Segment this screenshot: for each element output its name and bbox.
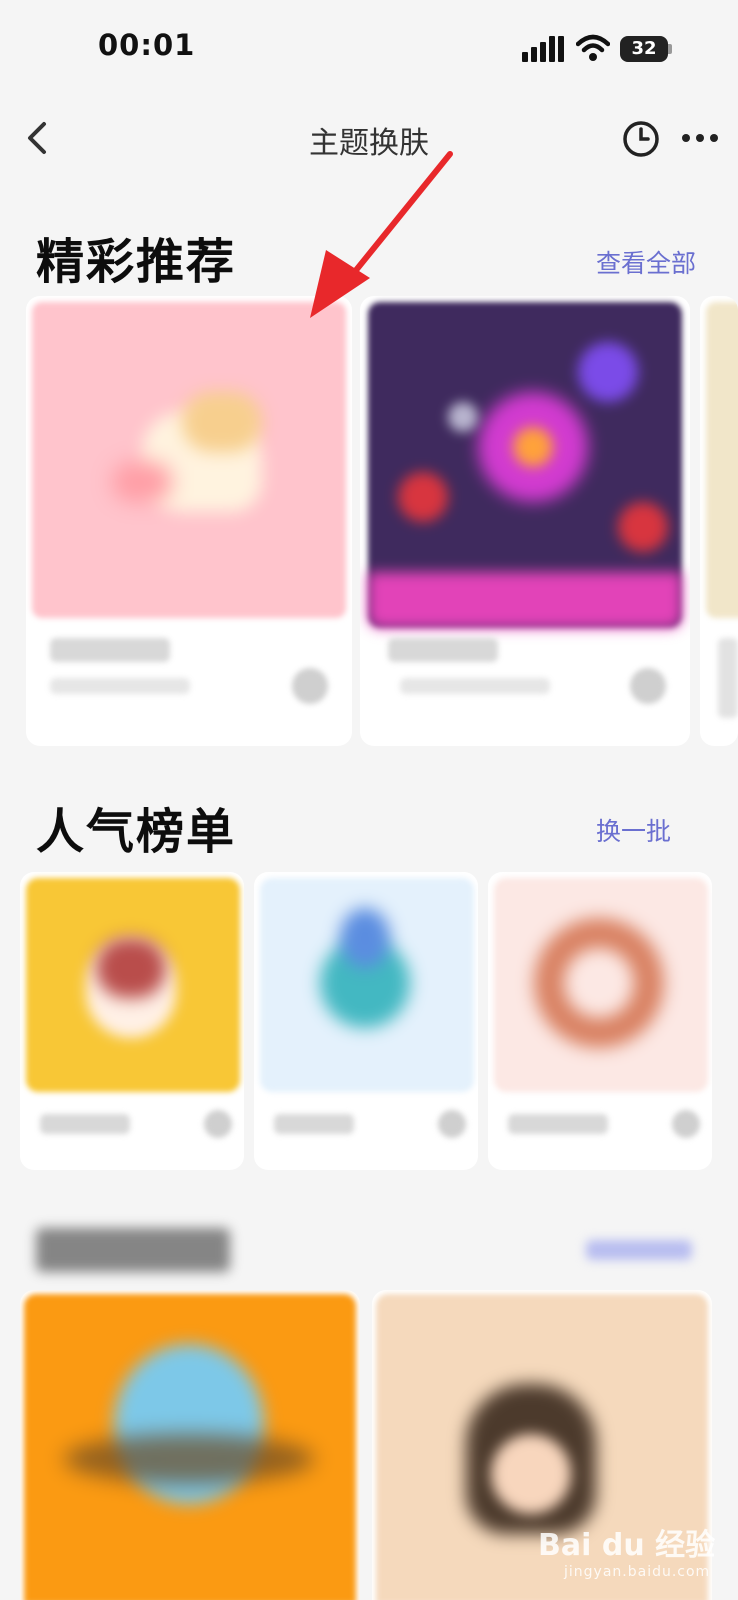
popular-theme-card-2[interactable] bbox=[254, 872, 478, 1170]
red-arrow-annotation bbox=[310, 151, 453, 318]
theme-name-placeholder bbox=[508, 1114, 608, 1134]
theme-thumbnail bbox=[26, 878, 240, 1092]
theme-name-placeholder bbox=[40, 1114, 130, 1134]
wifi-icon bbox=[576, 34, 610, 61]
theme-thumbnail bbox=[368, 302, 682, 628]
featured-theme-card-3[interactable] bbox=[700, 296, 738, 746]
featured-theme-card-2[interactable] bbox=[360, 296, 690, 746]
download-icon[interactable] bbox=[630, 668, 666, 704]
popular-theme-card-3[interactable] bbox=[488, 872, 712, 1170]
download-icon[interactable] bbox=[292, 668, 328, 704]
theme-thumbnail bbox=[32, 302, 346, 618]
third-section-link-blurred[interactable] bbox=[586, 1240, 692, 1260]
theme-name-placeholder bbox=[388, 638, 498, 662]
back-arrow-icon[interactable] bbox=[22, 118, 52, 158]
theme-name-placeholder bbox=[274, 1114, 354, 1134]
view-all-link[interactable]: 查看全部 bbox=[596, 244, 696, 280]
download-icon[interactable] bbox=[672, 1110, 700, 1138]
battery-indicator: 32 bbox=[620, 36, 668, 62]
third-section-title-blurred bbox=[36, 1228, 230, 1272]
status-time: 00:01 bbox=[98, 28, 196, 62]
theme-thumbnail bbox=[706, 302, 738, 618]
refresh-batch-link[interactable]: 换一批 bbox=[596, 812, 671, 848]
battery-tip bbox=[668, 44, 672, 54]
theme-name-placeholder bbox=[50, 638, 170, 662]
theme-name-placeholder bbox=[718, 638, 738, 718]
baidu-jingyan-watermark: Bai du 经验 jingyan.baidu.com bbox=[538, 1520, 718, 1590]
theme-thumbnail bbox=[24, 1294, 356, 1600]
featured-section-title: 精彩推荐 bbox=[36, 234, 237, 290]
download-icon[interactable] bbox=[438, 1110, 466, 1138]
theme-thumbnail bbox=[260, 878, 474, 1092]
popular-section-title: 人气榜单 bbox=[36, 804, 237, 860]
popular-theme-card-1[interactable] bbox=[20, 872, 244, 1170]
theme-info-placeholder bbox=[400, 678, 550, 694]
more-dots-icon[interactable] bbox=[680, 128, 720, 148]
cellular-signal-icon bbox=[522, 36, 564, 62]
watermark-brand: Bai du 经验 bbox=[538, 1528, 716, 1563]
clock-icon[interactable] bbox=[622, 120, 660, 158]
theme-info-placeholder bbox=[50, 678, 190, 694]
download-icon[interactable] bbox=[204, 1110, 232, 1138]
theme-thumbnail bbox=[494, 878, 708, 1092]
watermark-url: jingyan.baidu.com bbox=[564, 1564, 711, 1580]
featured-theme-card-1[interactable] bbox=[26, 296, 352, 746]
banner-theme-card-1[interactable] bbox=[20, 1290, 360, 1600]
